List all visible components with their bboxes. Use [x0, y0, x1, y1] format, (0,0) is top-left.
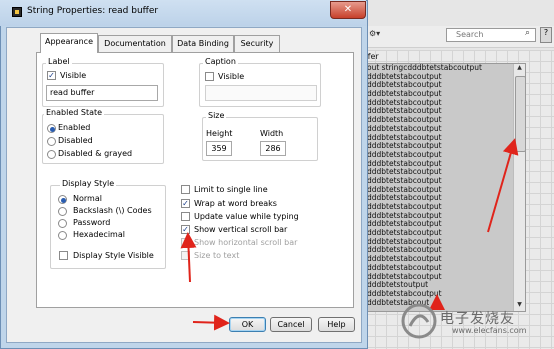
arrow-to-vertical-scroll-checkbox: [180, 232, 197, 283]
arrow-to-ok-button: [192, 314, 230, 331]
arrow-to-scrollbar: [487, 138, 519, 233]
watermark-url: www.elecfans.com: [452, 326, 527, 335]
elecfans-logo-icon: [401, 303, 437, 339]
watermark-text: 电子发烧友: [440, 311, 515, 327]
tab-appearance[interactable]: Appearance: [40, 33, 98, 53]
